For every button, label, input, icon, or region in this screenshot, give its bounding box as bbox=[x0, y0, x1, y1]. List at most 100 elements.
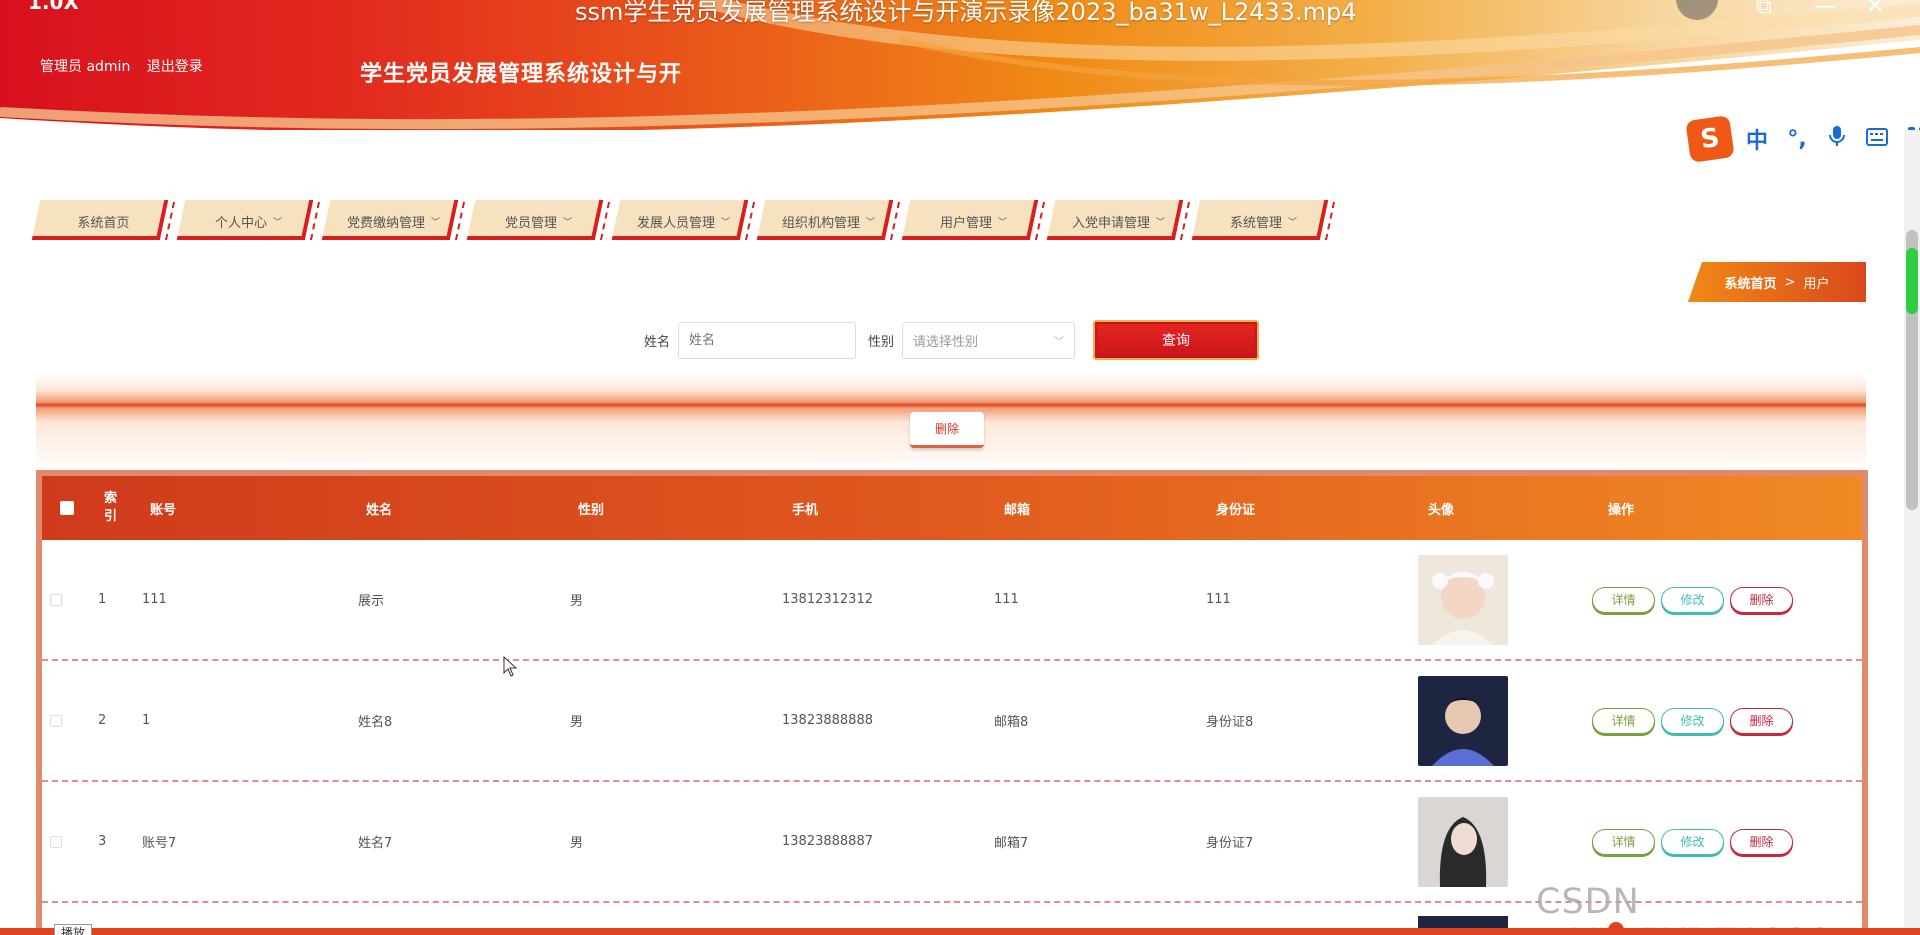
cell-email: 邮箱7 bbox=[994, 836, 1029, 851]
close-icon[interactable]: ✕ bbox=[1866, 0, 1884, 19]
breadcrumb: 系统首页 > 用户 bbox=[1688, 262, 1866, 302]
name-search-input[interactable] bbox=[678, 321, 857, 359]
cell-phone: 13812312312 bbox=[782, 592, 873, 607]
cell-name: 展示 bbox=[358, 594, 385, 609]
row-checkbox[interactable] bbox=[50, 714, 62, 727]
playback-speed: 1.0X bbox=[28, 0, 79, 14]
nav-item-label: 系统管理 bbox=[1229, 215, 1282, 231]
nav-item-label: 党员管理 bbox=[504, 215, 557, 231]
cell-gender: 男 bbox=[570, 836, 584, 851]
cell-idcard: 111 bbox=[1206, 592, 1231, 607]
nav-item-label: 发展人员管理 bbox=[636, 215, 715, 231]
cell-email: 邮箱8 bbox=[994, 715, 1029, 730]
nav-item-development[interactable]: 发展人员管理 ﹀ bbox=[611, 198, 758, 244]
batch-delete-button[interactable]: 删除 bbox=[910, 412, 984, 448]
name-label: 姓名 bbox=[644, 334, 671, 350]
nav-item-users[interactable]: 用户管理 ﹀ bbox=[901, 198, 1048, 244]
breadcrumb-home[interactable]: 系统首页 bbox=[1725, 273, 1777, 292]
nav-item-home[interactable]: 系统首页 bbox=[31, 198, 178, 244]
mic-icon[interactable] bbox=[1822, 125, 1852, 153]
cell-idcard: 身份证7 bbox=[1206, 836, 1254, 851]
mouse-cursor-icon bbox=[503, 656, 518, 677]
sogou-logo-icon[interactable]: S bbox=[1685, 115, 1735, 163]
row-checkbox[interactable] bbox=[50, 835, 62, 848]
column-header-phone[interactable]: 手机 bbox=[792, 476, 818, 540]
cell-account: 111 bbox=[142, 592, 167, 607]
cell-account: 1 bbox=[142, 713, 151, 728]
column-header-avatar: 头像 bbox=[1428, 502, 1455, 518]
table-row: 2 1 姓名8 男 13823888888 邮箱8 身份证8 详情 修改 删除 bbox=[42, 661, 1862, 782]
scrollbar-indicator bbox=[1906, 248, 1918, 314]
edit-button[interactable]: 修改 bbox=[1661, 586, 1724, 613]
cell-name: 姓名7 bbox=[358, 836, 393, 851]
edit-button[interactable]: 修改 bbox=[1661, 828, 1724, 855]
avatar bbox=[1418, 675, 1508, 766]
nav-item-members[interactable]: 党员管理 ﹀ bbox=[466, 198, 613, 244]
gender-select[interactable]: 请选择性别 ﹀ bbox=[902, 321, 1076, 359]
ime-punctuation-toggle[interactable]: °, bbox=[1782, 127, 1812, 152]
column-header-name[interactable]: 姓名 bbox=[366, 476, 392, 540]
column-header-actions: 操作 bbox=[1608, 502, 1635, 518]
chevron-down-icon: ﹀ bbox=[866, 217, 876, 228]
nav-item-personal-center[interactable]: 个人中心 ﹀ bbox=[176, 198, 323, 244]
cell-idcard: 身份证8 bbox=[1206, 715, 1254, 730]
logout-link[interactable]: 退出登录 bbox=[147, 59, 203, 75]
delete-button[interactable]: 删除 bbox=[1730, 707, 1793, 734]
system-title: 学生党员发展管理系统设计与开 bbox=[360, 62, 683, 87]
column-header-index: 索引 bbox=[104, 491, 118, 524]
chevron-down-icon: ﹀ bbox=[563, 217, 573, 228]
nav-item-label: 组织机构管理 bbox=[781, 215, 860, 231]
progress-handle[interactable] bbox=[1608, 922, 1624, 935]
column-header-account[interactable]: 账号 bbox=[150, 476, 176, 540]
cell-index: 2 bbox=[98, 713, 107, 728]
breadcrumb-current: 用户 bbox=[1803, 276, 1830, 292]
nav-item-label: 党费缴纳管理 bbox=[346, 215, 425, 231]
cell-gender: 男 bbox=[570, 715, 584, 730]
chevron-down-icon: ﹀ bbox=[1054, 336, 1065, 348]
detail-button[interactable]: 详情 bbox=[1592, 586, 1655, 613]
keyboard-icon[interactable] bbox=[1862, 127, 1892, 152]
nav-item-dues[interactable]: 党费缴纳管理 ﹀ bbox=[321, 198, 468, 244]
column-header-email[interactable]: 邮箱 bbox=[1004, 476, 1030, 540]
header-banner: 1.0X ssm学生党员发展管理系统设计与开演示录像2023_ba31w_L24… bbox=[0, 0, 1920, 175]
detail-button[interactable]: 详情 bbox=[1592, 707, 1655, 734]
users-table: 索引 账号 姓名 性别 手机 邮箱 身份证 头像 操作 1 111 展示 男 1… bbox=[36, 470, 1868, 935]
breadcrumb-separator: > bbox=[1784, 274, 1796, 290]
table-header: 索引 账号 姓名 性别 手机 邮箱 身份证 头像 操作 bbox=[42, 476, 1862, 540]
query-button[interactable]: 查询 bbox=[1093, 320, 1260, 360]
nav-item-applications[interactable]: 入党申请管理 ﹀ bbox=[1046, 198, 1193, 244]
main-nav: 系统首页 个人中心 ﹀ 党费缴纳管理 ﹀ 党员管理 ﹀ 发展人员管理 ﹀ 组织机构管理 ﹀… bbox=[31, 198, 1338, 244]
delete-button[interactable]: 删除 bbox=[1730, 586, 1793, 613]
admin-label: 管理员 admin bbox=[40, 59, 131, 75]
minimize-icon[interactable]: — bbox=[1814, 0, 1836, 19]
chevron-down-icon: ﹀ bbox=[721, 217, 731, 228]
gender-label: 性别 bbox=[868, 334, 895, 350]
cell-email: 111 bbox=[994, 592, 1019, 607]
nav-item-system[interactable]: 系统管理 ﹀ bbox=[1191, 198, 1338, 244]
chevron-down-icon: ﹀ bbox=[431, 217, 441, 228]
video-title: ssm学生党员发展管理系统设计与开演示录像2023_ba31w_L2433.mp… bbox=[575, 0, 1357, 26]
nav-item-label: 入党申请管理 bbox=[1071, 215, 1150, 231]
video-progress-bar[interactable] bbox=[0, 928, 1920, 935]
cell-index: 3 bbox=[98, 834, 107, 849]
select-all-checkbox[interactable] bbox=[60, 501, 74, 515]
detail-button[interactable]: 详情 bbox=[1592, 828, 1655, 855]
nav-item-organization[interactable]: 组织机构管理 ﹀ bbox=[756, 198, 903, 244]
table-row: 1 111 展示 男 13812312312 111 111 详情 修改 删除 bbox=[42, 540, 1862, 661]
delete-button[interactable]: 删除 bbox=[1730, 828, 1793, 855]
ime-chinese-toggle[interactable]: 中 bbox=[1742, 123, 1772, 155]
fullscreen-icon[interactable]: ⧉ bbox=[1756, 0, 1772, 19]
cell-phone: 13823888887 bbox=[782, 834, 873, 849]
column-header-gender[interactable]: 性别 bbox=[578, 476, 604, 540]
cell-gender: 男 bbox=[570, 594, 584, 609]
nav-item-label: 用户管理 bbox=[939, 215, 992, 231]
avatar bbox=[1418, 554, 1508, 645]
ime-toolbar: S 中 °, bbox=[1685, 115, 1920, 163]
edit-button[interactable]: 修改 bbox=[1661, 707, 1724, 734]
play-label[interactable]: 播放 bbox=[54, 924, 93, 935]
cell-phone: 13823888888 bbox=[782, 713, 873, 728]
row-checkbox[interactable] bbox=[50, 593, 62, 606]
cell-index: 1 bbox=[98, 592, 107, 607]
column-header-idcard[interactable]: 身份证 bbox=[1216, 476, 1255, 540]
chevron-down-icon: ﹀ bbox=[998, 217, 1008, 228]
